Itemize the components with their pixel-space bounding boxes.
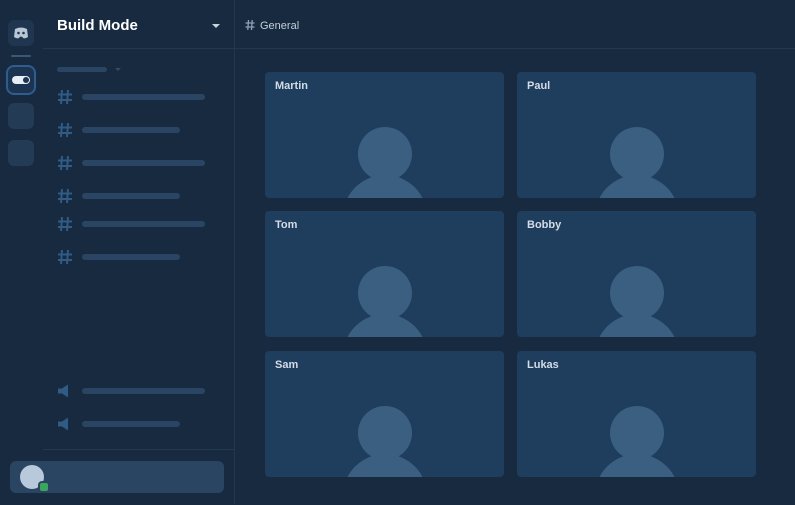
category-placeholder[interactable] xyxy=(57,67,107,72)
speaker-icon xyxy=(58,384,68,398)
avatar-body-icon xyxy=(595,314,679,337)
channel-sidebar: Build Mode xyxy=(10,0,235,505)
avatar-body-icon xyxy=(595,175,679,198)
participant-name: Tom xyxy=(275,219,298,231)
avatar-body-icon xyxy=(595,454,679,477)
hash-icon xyxy=(58,89,72,105)
participant-name: Bobby xyxy=(527,219,562,231)
text-channel[interactable] xyxy=(57,154,227,172)
avatar-body-icon xyxy=(343,175,427,198)
participant-name: Paul xyxy=(527,80,551,92)
hash-icon xyxy=(58,188,72,204)
avatar-head-icon xyxy=(610,266,664,320)
server-button[interactable] xyxy=(8,140,34,166)
participant-tile[interactable]: Paul xyxy=(517,72,756,198)
server-rail xyxy=(0,0,44,504)
participant-name: Martin xyxy=(275,80,308,92)
participant-name: Sam xyxy=(275,359,299,371)
participant-tile[interactable]: Lukas xyxy=(517,351,756,477)
build-mode-toggle-button[interactable] xyxy=(8,67,34,93)
channel-name-placeholder xyxy=(82,94,205,100)
channel-header: General xyxy=(235,0,795,49)
hash-icon xyxy=(58,155,72,171)
text-channel[interactable] xyxy=(57,187,227,205)
server-button[interactable] xyxy=(8,103,34,129)
channel-name-placeholder xyxy=(82,421,180,427)
avatar-body-icon xyxy=(343,454,427,477)
participant-tile[interactable]: Martin xyxy=(265,72,504,198)
toggle-icon xyxy=(12,76,30,84)
speaker-icon xyxy=(58,417,68,431)
channel-title: General xyxy=(260,20,300,32)
rail-separator xyxy=(11,55,31,57)
user-account-pill[interactable] xyxy=(10,461,224,493)
hash-icon xyxy=(58,216,72,232)
hash-icon xyxy=(245,19,255,31)
server-name: Build Mode xyxy=(57,17,138,34)
participant-tile[interactable]: Tom xyxy=(265,211,504,337)
avatar-head-icon xyxy=(610,127,664,181)
user-panel xyxy=(10,449,234,505)
channel-name-placeholder xyxy=(82,160,205,166)
text-channel[interactable] xyxy=(57,215,227,233)
main-content: General Martin Paul Tom Bobby Sam Lukas xyxy=(235,0,795,504)
discord-icon xyxy=(14,27,28,39)
avatar-head-icon xyxy=(358,406,412,460)
channel-name-placeholder xyxy=(82,254,180,260)
channel-name-placeholder xyxy=(82,193,180,199)
online-status-icon xyxy=(38,481,50,493)
participant-tile[interactable]: Sam xyxy=(265,351,504,477)
chevron-down-icon xyxy=(212,24,220,28)
text-channel[interactable] xyxy=(57,248,227,266)
chevron-down-icon xyxy=(115,68,121,71)
voice-channel[interactable] xyxy=(57,415,227,433)
server-header[interactable]: Build Mode xyxy=(43,0,234,49)
hash-icon xyxy=(58,122,72,138)
avatar-head-icon xyxy=(358,266,412,320)
text-channel[interactable] xyxy=(57,88,227,106)
channel-name-placeholder xyxy=(82,221,205,227)
avatar-head-icon xyxy=(358,127,412,181)
avatar-body-icon xyxy=(343,314,427,337)
voice-channel[interactable] xyxy=(57,382,227,400)
participant-tile[interactable]: Bobby xyxy=(517,211,756,337)
text-channel[interactable] xyxy=(57,121,227,139)
avatar-head-icon xyxy=(610,406,664,460)
channel-name-placeholder xyxy=(82,127,180,133)
hash-icon xyxy=(58,249,72,265)
channel-name-placeholder xyxy=(82,388,205,394)
participant-name: Lukas xyxy=(527,359,559,371)
home-button[interactable] xyxy=(8,20,34,46)
